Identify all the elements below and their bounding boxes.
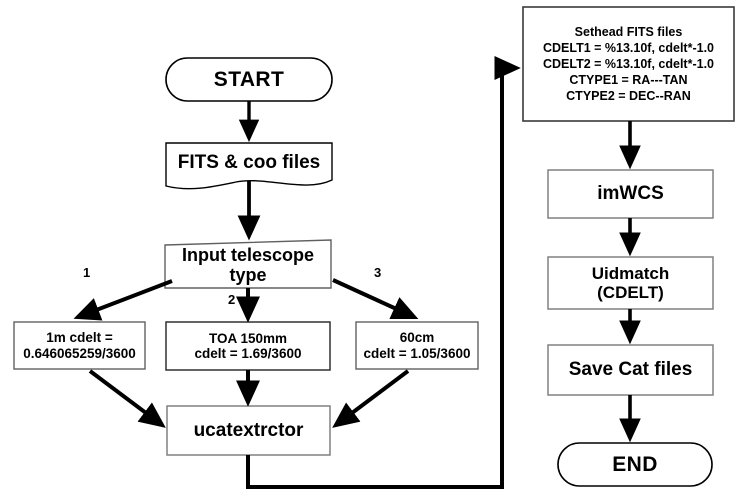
start-node-shape xyxy=(165,57,333,102)
edge-1m-to-ucatextrctor xyxy=(88,369,166,428)
imwcs-node-shape xyxy=(547,169,714,219)
uidmatch-node-shape xyxy=(547,256,714,310)
edge-label-branch-two: 2 xyxy=(228,292,236,307)
sethead-node-shape xyxy=(522,6,735,122)
branch-1m-node-shape xyxy=(13,321,146,370)
flowchart-canvas: START FITS & coo files Input telescope t… xyxy=(0,0,751,504)
edge-label-branch-three: 3 xyxy=(374,265,382,280)
edge-input-to-60cm xyxy=(332,278,419,319)
input-type-node-shape xyxy=(164,239,332,289)
end-node-shape xyxy=(557,442,713,487)
edge-60cm-to-ucatextrctor xyxy=(332,369,410,428)
branch-60cm-node-shape xyxy=(355,321,479,370)
edge-label-branch-one: 1 xyxy=(83,265,91,280)
edge-input-to-1m xyxy=(73,279,173,321)
flowchart-shapes xyxy=(13,6,735,489)
save-cat-node-shape xyxy=(547,344,714,396)
ucatextrctor-node-shape xyxy=(166,405,331,456)
branch-toa-node-shape xyxy=(165,321,331,371)
